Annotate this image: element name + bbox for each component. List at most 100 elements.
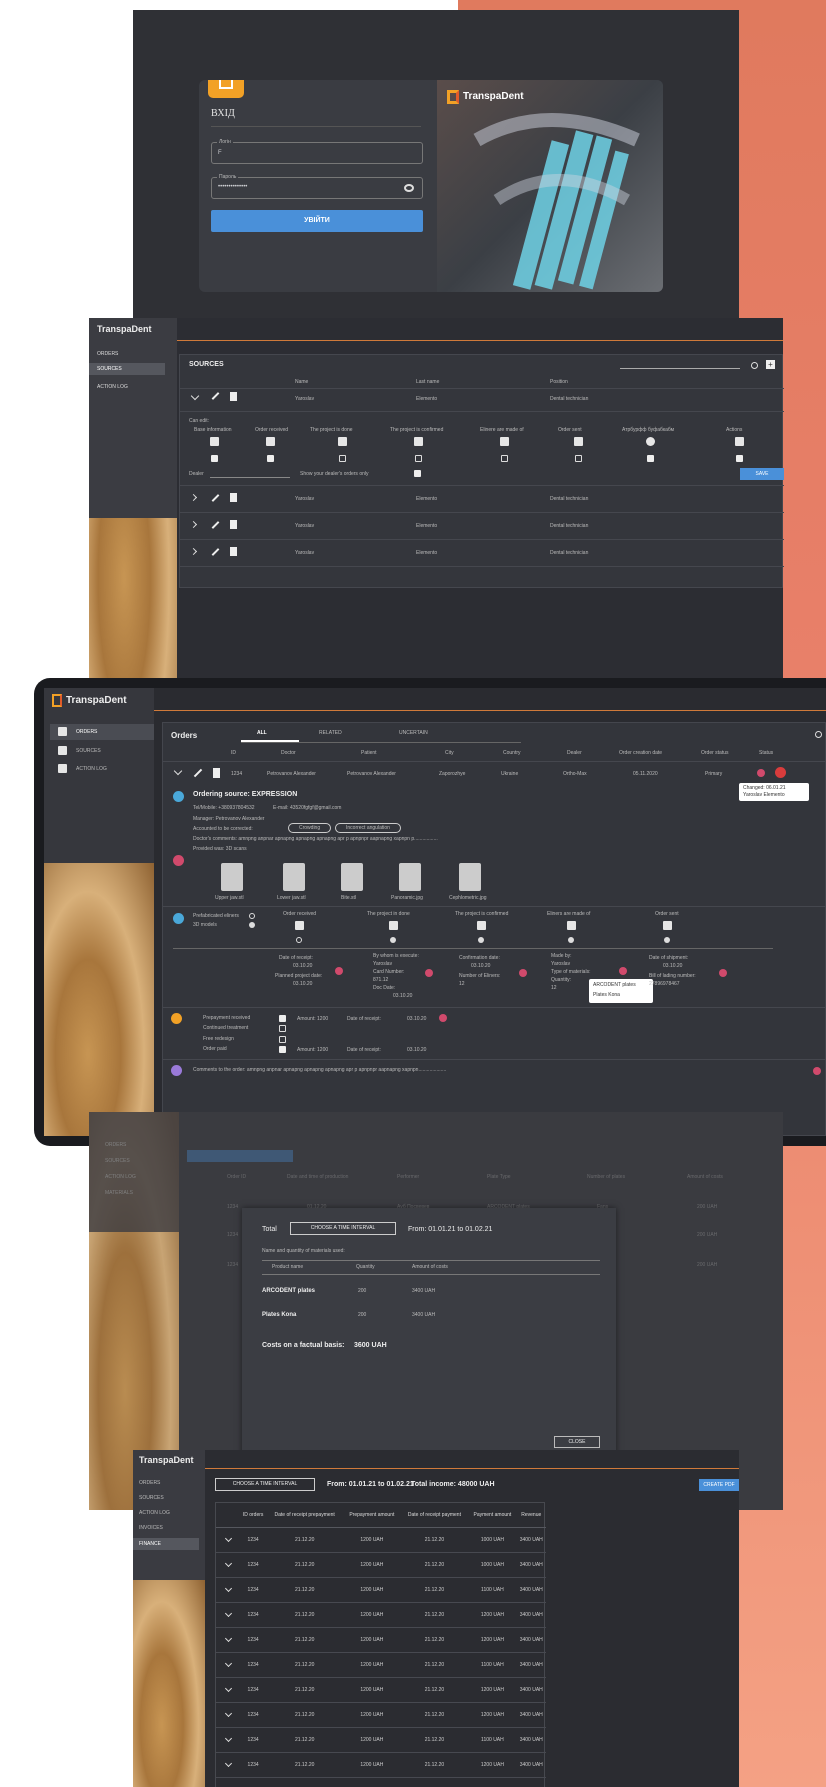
file-cephlometric[interactable] (459, 863, 481, 891)
delete-icon[interactable] (230, 493, 237, 502)
table-row[interactable]: 1234 21.12.20 1200 UAH 21.12.20 1100 UAH 3400… (216, 1727, 546, 1753)
sidebar-item-orders[interactable]: ORDERS (105, 1142, 126, 1148)
table-row[interactable]: 1234 21.12.20 1200 UAH 21.12.20 1000 UAH 3400… (216, 1552, 546, 1578)
edit-icon[interactable] (211, 548, 220, 556)
continued-checkbox[interactable] (279, 1025, 286, 1032)
table-row[interactable]: 1234 21.12.20 1200 UAH 21.12.20 1100 UAH 3400… (216, 1652, 546, 1678)
chevron-down-icon[interactable] (224, 1634, 232, 1643)
user-pin-icon[interactable] (619, 967, 627, 975)
tab-all[interactable]: ALL (257, 730, 267, 736)
perm-checkbox[interactable] (415, 455, 422, 462)
user-pin-icon[interactable] (335, 967, 343, 975)
chevron-down-icon[interactable] (224, 1734, 232, 1743)
sidebar-item-sources[interactable]: SOURCES (139, 1495, 164, 1501)
table-row[interactable]: 123421.12.201200 UAH21.12.201200 UAH3400… (216, 1677, 546, 1703)
sidebar-item-finance[interactable]: FINANCE (133, 1538, 199, 1550)
paid-checkbox[interactable] (279, 1046, 286, 1053)
sidebar-item-action-log[interactable]: ACTION LOG (76, 766, 107, 772)
stage-radio[interactable] (568, 937, 574, 943)
perm-checkbox[interactable] (736, 455, 743, 462)
table-row[interactable]: 123421.12.201200 UAH21.12.201200 UAH3400… (216, 1777, 546, 1787)
delete-icon[interactable] (230, 547, 237, 556)
user-pin-icon[interactable] (719, 969, 727, 977)
radio-prefab[interactable] (249, 913, 255, 919)
table-row[interactable]: 123421.12.201200 UAH21.12.201200 UAH3400… (216, 1702, 546, 1728)
chevron-down-icon[interactable] (224, 1684, 232, 1693)
search-icon[interactable] (751, 362, 758, 369)
edit-icon[interactable] (211, 494, 220, 502)
sidebar-item-sources[interactable]: SOURCES (105, 1158, 130, 1164)
sidebar-item-sources[interactable]: SOURCES (76, 748, 101, 754)
login-field[interactable]: Логін F (211, 139, 423, 164)
sidebar-item-action-log[interactable]: ACTION LOG (139, 1510, 170, 1516)
save-button[interactable]: SAVE (740, 468, 784, 480)
login-submit-button[interactable]: УВІЙТИ (211, 210, 423, 232)
choose-interval-button[interactable]: CHOOSE A TIME INTERVAL (290, 1222, 396, 1235)
file-upper-jaw[interactable] (221, 863, 243, 891)
chevron-down-icon[interactable] (224, 1534, 232, 1543)
stage-radio[interactable] (478, 937, 484, 943)
source-row[interactable]: Yaroslav Elemento Dental technician (180, 540, 784, 566)
sidebar-item-sources[interactable]: SOURCES (89, 363, 165, 375)
chevron-down-icon[interactable] (224, 1584, 232, 1593)
source-row[interactable]: Yaroslav Elemento Dental technician (180, 486, 784, 512)
prepayment-checkbox[interactable] (279, 1015, 286, 1022)
perm-checkbox[interactable] (575, 455, 582, 462)
chevron-down-icon[interactable] (224, 1709, 232, 1718)
sidebar-item-invoices[interactable]: INVOICES (139, 1525, 163, 1531)
sidebar-item-action-log[interactable]: ACTION LOG (97, 384, 128, 390)
delete-icon[interactable] (230, 520, 237, 529)
user-pin-icon[interactable] (813, 1067, 821, 1075)
table-row[interactable]: 1234 21.12.20 1200 UAH 21.12.20 1100 UAH 3400… (216, 1577, 546, 1603)
search-underline[interactable] (620, 368, 740, 369)
dealer-select[interactable]: Dealer (189, 471, 204, 477)
stage-radio[interactable] (664, 937, 670, 943)
perm-checkbox[interactable] (211, 455, 218, 462)
create-pdf-button[interactable]: CREATE PDF (699, 1479, 739, 1491)
chevron-down-icon[interactable] (224, 1759, 232, 1768)
add-icon[interactable]: + (766, 360, 775, 369)
user-pin-icon[interactable] (439, 1014, 447, 1022)
close-button[interactable]: CLOSE (554, 1436, 600, 1448)
table-row[interactable]: 1234 21.12.20 1200 UAH 21.12.20 1000 UAH 3400… (216, 1527, 546, 1553)
user-pin-icon[interactable] (425, 969, 433, 977)
perm-checkbox[interactable] (339, 455, 346, 462)
show-dealer-checkbox[interactable] (414, 470, 421, 477)
stage-radio[interactable] (296, 937, 302, 943)
perm-checkbox[interactable] (501, 455, 508, 462)
file-lower-jaw[interactable] (283, 863, 305, 891)
table-row[interactable]: 123421.12.201200 UAH21.12.201200 UAH3400… (216, 1602, 546, 1628)
sidebar-item-materials[interactable]: MATERIALS (105, 1190, 133, 1196)
edit-icon[interactable] (211, 392, 220, 400)
redesign-checkbox[interactable] (279, 1036, 286, 1043)
chevron-down-icon[interactable] (224, 1609, 232, 1618)
sidebar-item-action-log[interactable]: ACTION LOG (105, 1174, 136, 1180)
order-row[interactable]: 1234 Petrovanov Alexander Petrovanov Ale… (163, 762, 826, 786)
delete-icon[interactable] (213, 768, 220, 778)
eye-off-icon[interactable] (404, 184, 414, 192)
chevron-right-icon[interactable] (189, 493, 198, 502)
table-row[interactable]: 123421.12.201200 UAH21.12.201200 UAH3400… (216, 1627, 546, 1653)
choose-interval-button[interactable]: CHOOSE A TIME INTERVAL (215, 1478, 315, 1491)
stage-radio[interactable] (390, 937, 396, 943)
password-field[interactable]: Пароль •••••••••••••• (211, 174, 423, 199)
help-icon[interactable] (775, 767, 786, 778)
radio-models[interactable] (249, 922, 255, 928)
chevron-right-icon[interactable] (189, 547, 198, 556)
chevron-down-icon[interactable] (224, 1659, 232, 1668)
perm-checkbox[interactable] (267, 455, 274, 462)
chevron-right-icon[interactable] (189, 520, 198, 529)
search-icon[interactable] (815, 731, 822, 738)
tab-uncertain[interactable]: UNCERTAIN (399, 730, 428, 736)
user-pin-icon[interactable] (519, 969, 527, 977)
sidebar-item-orders[interactable]: ORDERS (97, 351, 118, 357)
chevron-down-icon[interactable] (190, 391, 200, 401)
sidebar-item-orders[interactable]: ORDERS (76, 729, 97, 735)
user-pin-icon[interactable] (757, 769, 765, 777)
perm-checkbox[interactable] (647, 455, 654, 462)
table-row[interactable]: 123421.12.201200 UAH21.12.201200 UAH3400… (216, 1752, 546, 1778)
edit-icon[interactable] (211, 521, 220, 529)
delete-icon[interactable] (230, 392, 237, 401)
chevron-down-icon[interactable] (173, 766, 183, 776)
file-panoramic[interactable] (399, 863, 421, 891)
